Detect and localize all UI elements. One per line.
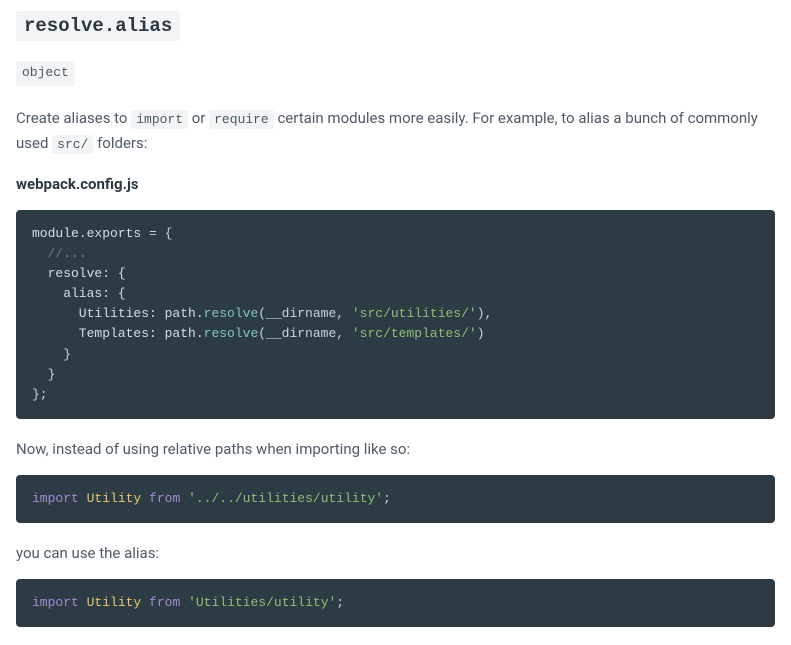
paragraph-3: you can use the alias: — [16, 541, 775, 565]
code-token — [141, 491, 149, 506]
code-token: Utility — [87, 595, 142, 610]
code-block-alias-import: import Utility from 'Utilities/utility'; — [16, 579, 775, 627]
code-token: import — [32, 491, 79, 506]
code-token — [180, 595, 188, 610]
paragraph-2: Now, instead of using relative paths whe… — [16, 437, 775, 461]
intro-text-1: Create aliases to — [16, 109, 131, 127]
code-token: . — [79, 226, 87, 241]
code-token: ), — [477, 306, 493, 321]
code-token: import — [32, 595, 79, 610]
code-token — [141, 595, 149, 610]
code-token: Utilities: path. — [32, 306, 204, 321]
code-token: ; — [383, 491, 391, 506]
code-token: 'src/utilities/' — [352, 306, 477, 321]
code-token: } — [32, 367, 55, 382]
intro-text-4: folders: — [93, 134, 147, 152]
type-badge: object — [16, 61, 75, 86]
code-token — [79, 491, 87, 506]
code-token: //... — [32, 246, 87, 261]
inline-code-import: import — [131, 110, 188, 129]
code-token: from — [149, 595, 180, 610]
code-token: ) — [477, 326, 485, 341]
code-token: resolve — [204, 306, 259, 321]
code-token: 'Utilities/utility' — [188, 595, 336, 610]
code-token — [79, 595, 87, 610]
section-heading: resolve.alias — [16, 8, 775, 41]
inline-code-src: src/ — [52, 135, 93, 154]
code-token: = { — [141, 226, 172, 241]
code-token: '../../utilities/utility' — [188, 491, 383, 506]
code-token: Utility — [87, 491, 142, 506]
file-label: webpack.config.js — [16, 172, 775, 196]
code-token: Templates: path. — [32, 326, 204, 341]
code-token — [180, 491, 188, 506]
inline-code-require: require — [209, 110, 274, 129]
code-token: resolve: { — [32, 266, 126, 281]
intro-paragraph: Create aliases to import or require cert… — [16, 106, 775, 156]
code-token: from — [149, 491, 180, 506]
code-block-relative-import: import Utility from '../../utilities/uti… — [16, 475, 775, 523]
code-token: module — [32, 226, 79, 241]
code-token: 'src/templates/' — [352, 326, 477, 341]
code-token: resolve — [204, 326, 259, 341]
code-token: alias: { — [32, 286, 126, 301]
intro-text-2: or — [188, 109, 209, 127]
code-token: exports — [87, 226, 142, 241]
code-token: ; — [336, 595, 344, 610]
code-token: } — [32, 347, 71, 362]
code-token: (__dirname, — [258, 306, 352, 321]
code-block-config: module.exports = { //... resolve: { alia… — [16, 210, 775, 419]
code-token: }; — [32, 387, 48, 402]
heading-code: resolve.alias — [16, 11, 180, 41]
code-token: (__dirname, — [258, 326, 352, 341]
